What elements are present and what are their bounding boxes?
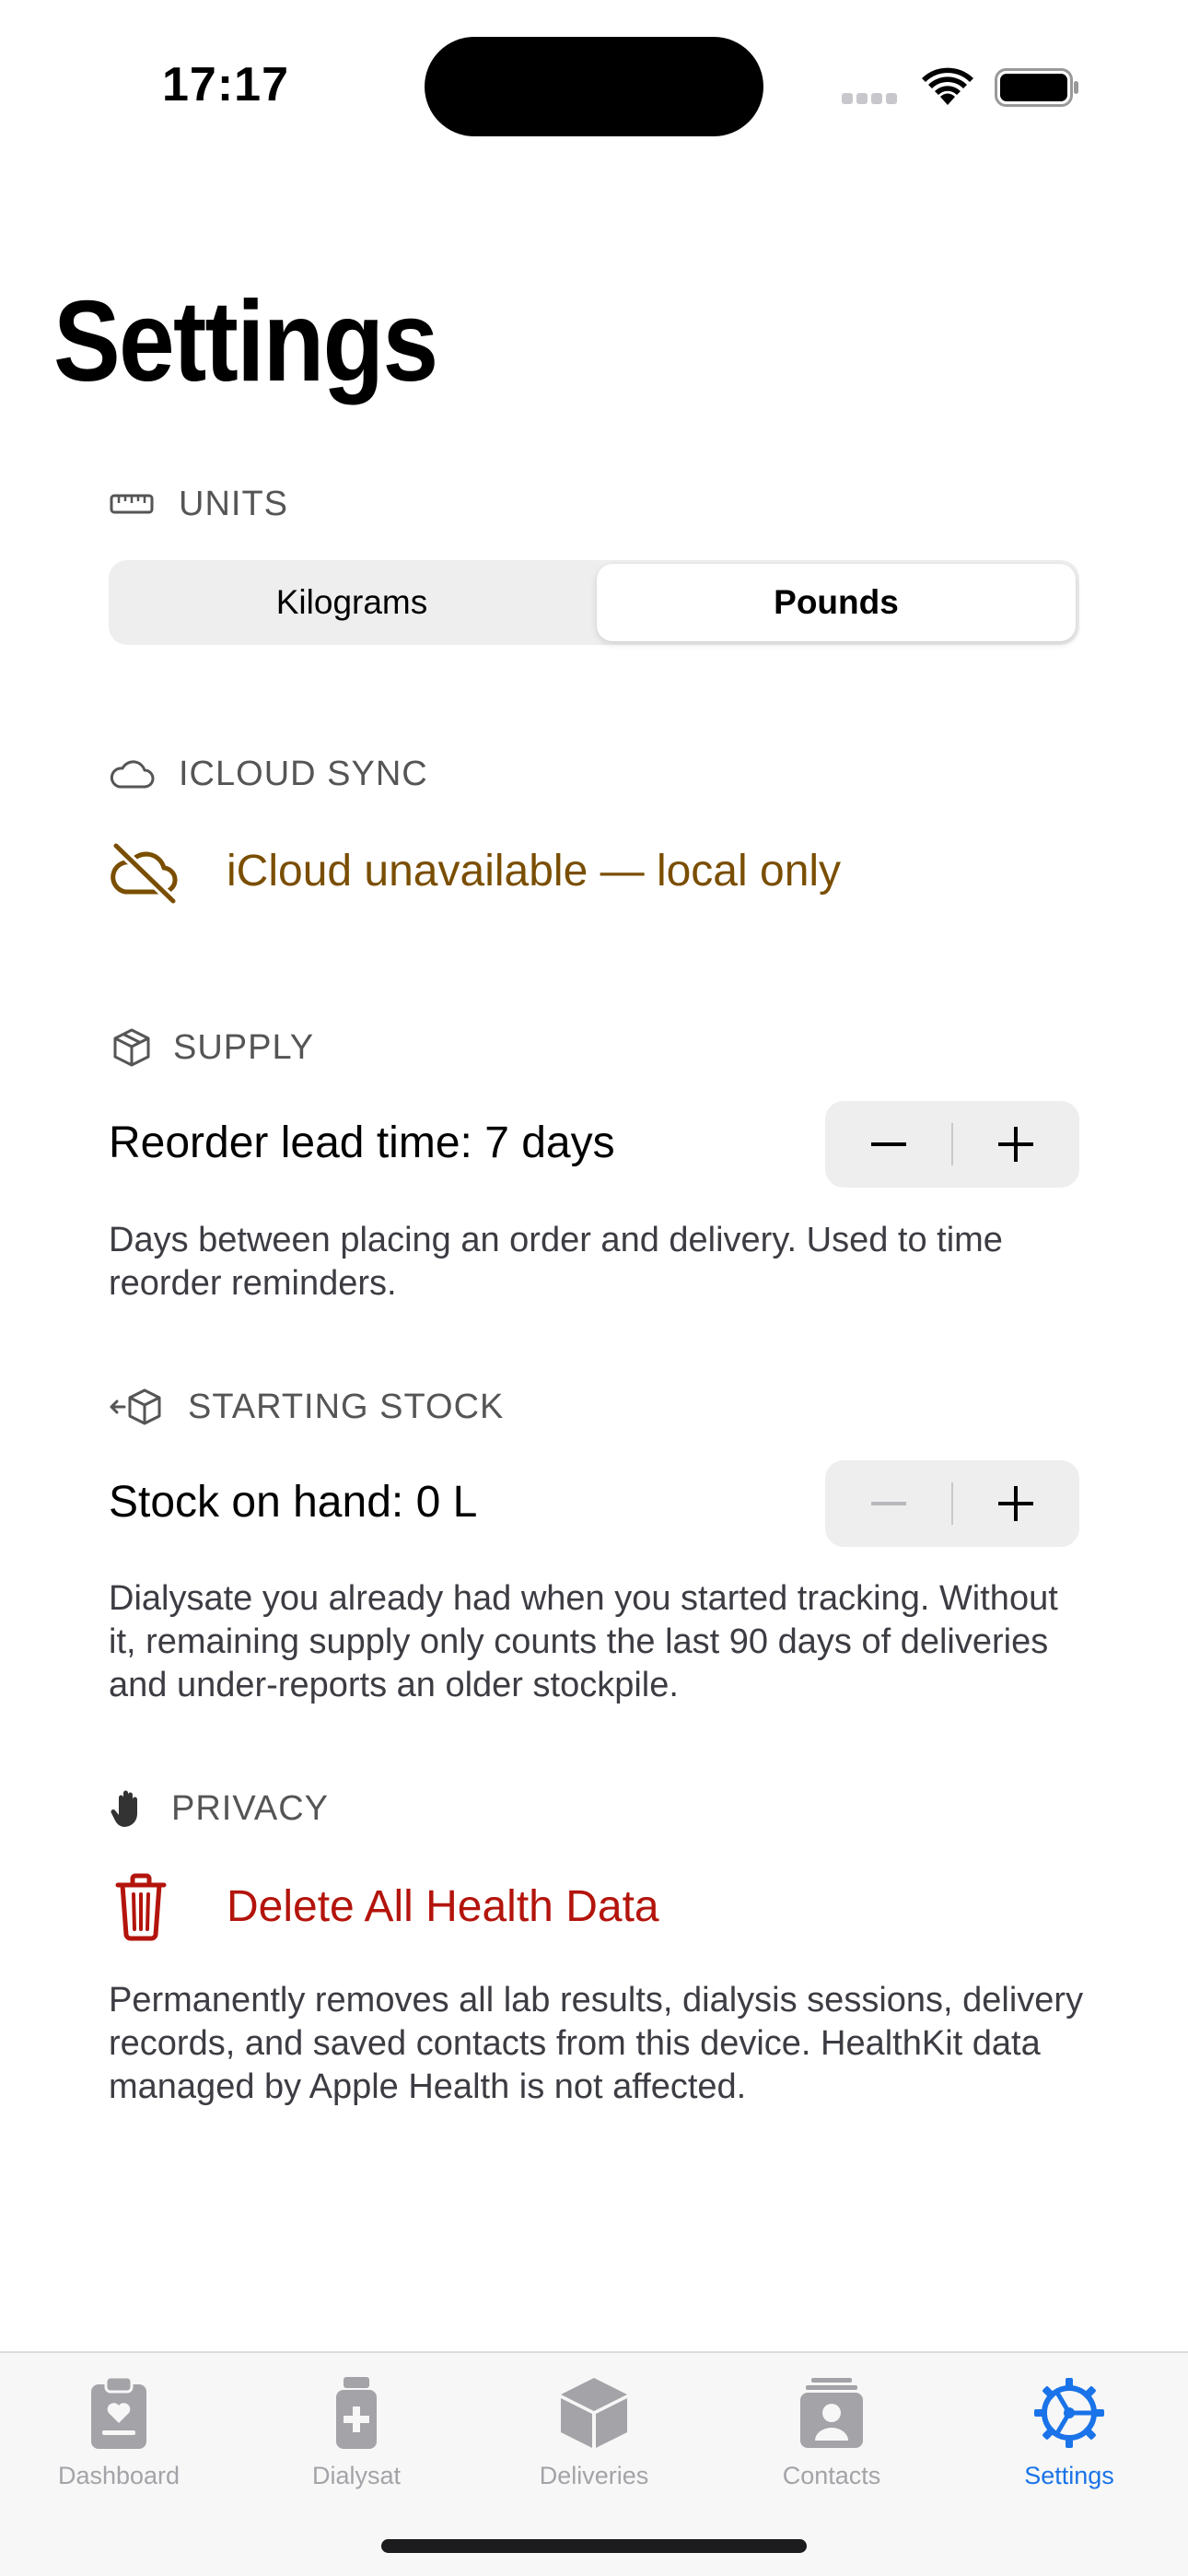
cloud-slash-icon — [109, 838, 182, 905]
cloud-icon — [109, 751, 155, 797]
delete-all-health-data-button[interactable]: Delete All Health Data — [109, 1868, 1079, 1942]
segment-kilograms[interactable]: Kilograms — [112, 564, 591, 641]
lead-time-decrement-button[interactable] — [825, 1101, 952, 1188]
units-header-label: UNITS — [179, 484, 288, 523]
contact-cards-icon — [790, 2371, 873, 2454]
tab-label: Contacts — [782, 2462, 881, 2489]
trash-icon — [109, 1872, 182, 1942]
tab-deliveries[interactable]: Deliveries — [475, 2371, 713, 2500]
home-indicator — [381, 2539, 807, 2553]
tab-contacts[interactable]: Contacts — [713, 2371, 950, 2500]
delete-all-health-data-label: Delete All Health Data — [227, 1882, 659, 1931]
icloud-status-row: iCloud unavailable — local only — [109, 838, 1079, 905]
battery-icon — [995, 68, 1079, 111]
segment-pounds[interactable]: Pounds — [597, 564, 1076, 641]
icloud-header-label: ICLOUD SYNC — [179, 754, 428, 793]
shipping-box-icon — [553, 2371, 635, 2454]
lead-time-increment-button[interactable] — [952, 1101, 1079, 1188]
privacy-header-label: PRIVACY — [171, 1788, 330, 1828]
lead-time-stepper[interactable] — [825, 1101, 1079, 1188]
tab-settings[interactable]: Settings — [950, 2371, 1188, 2500]
tab-label: Settings — [1024, 2462, 1114, 2489]
settings-screen: 17:17 Settings UNITS Kilograms Pounds IC… — [0, 0, 1188, 2576]
stock-stepper[interactable] — [825, 1460, 1079, 1547]
stock-decrement-button[interactable] — [825, 1460, 952, 1547]
units-section-header: UNITS — [109, 481, 288, 527]
privacy-footnote: Permanently removes all lab results, dia… — [109, 1981, 1084, 2106]
cellular-signal-icon — [842, 92, 901, 109]
units-segmented-control[interactable]: Kilograms Pounds — [109, 560, 1079, 645]
icloud-section-header: ICLOUD SYNC — [109, 751, 428, 797]
gear-icon — [1028, 2371, 1111, 2454]
ruler-icon — [109, 481, 155, 527]
tab-dialysat[interactable]: Dialysat — [238, 2371, 475, 2500]
starting-stock-section-header: STARTING STOCK — [109, 1384, 504, 1430]
starting-stock-header-label: STARTING STOCK — [188, 1387, 505, 1426]
tab-label: Deliveries — [539, 2462, 649, 2489]
supply-header-label: SUPPLY — [173, 1027, 315, 1067]
page-title: Settings — [53, 278, 438, 405]
stock-on-hand-label: Stock on hand: 0 L — [109, 1478, 478, 1527]
icloud-status-text: iCloud unavailable — local only — [227, 847, 842, 896]
status-time: 17:17 — [162, 58, 289, 111]
tab-label: Dialysat — [311, 2462, 402, 2489]
stock-increment-button[interactable] — [952, 1460, 1079, 1547]
reorder-lead-time-label: Reorder lead time: 7 days — [109, 1118, 615, 1167]
supply-section-header: SUPPLY — [109, 1025, 314, 1071]
box-arrow-icon — [109, 1384, 164, 1430]
tab-label: Dashboard — [57, 2462, 181, 2489]
hand-raised-icon — [109, 1786, 146, 1832]
clipboard-heart-icon — [77, 2371, 160, 2454]
shipping-box-icon — [109, 1025, 155, 1071]
tab-dashboard[interactable]: Dashboard — [0, 2371, 238, 2500]
medicine-bottle-icon — [315, 2371, 398, 2454]
privacy-section-header: PRIVACY — [109, 1786, 329, 1832]
wifi-icon — [921, 66, 974, 111]
starting-stock-footnote: Dialysate you already had when you start… — [109, 1579, 1058, 1704]
dynamic-island — [425, 37, 763, 136]
supply-footnote: Days between placing an order and delive… — [109, 1221, 1003, 1303]
